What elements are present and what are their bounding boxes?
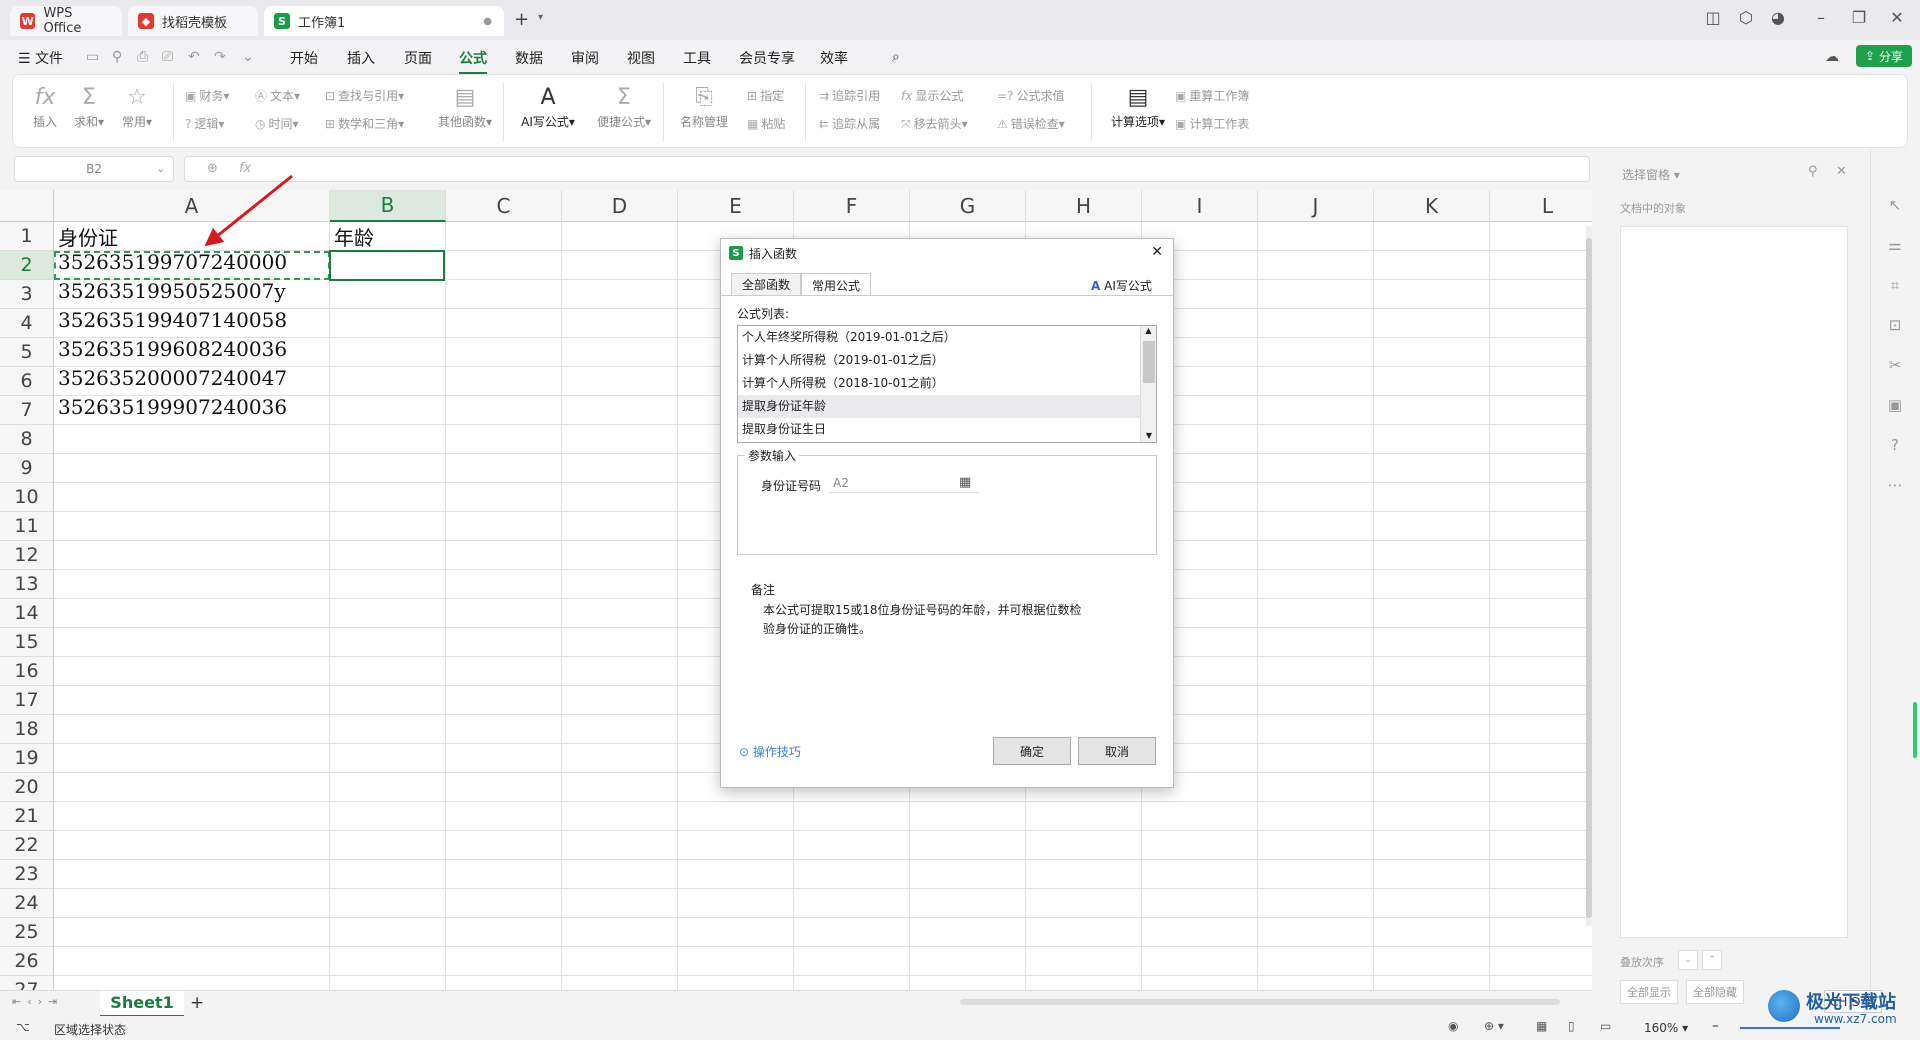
tab-all-functions[interactable]: 全部函数 [731, 273, 802, 295]
watermark-logo: 极光下载站 www.xz7.com [1768, 986, 1914, 1030]
watermark-site: 极光下载站 [1806, 992, 1896, 1013]
label: 全部函数 [742, 278, 791, 292]
scroll-thumb[interactable] [1142, 341, 1155, 383]
formula-list[interactable]: 个人年终奖所得税（2019-01-01之后） 计算个人所得税（2019-01-0… [737, 325, 1157, 443]
close-icon[interactable]: ✕ [1836, 164, 1847, 179]
range-select-icon[interactable]: ▦ [959, 475, 971, 490]
objects-list[interactable] [1620, 226, 1848, 938]
eye-icon[interactable]: ◉ [1448, 1019, 1458, 1033]
move-up-icon[interactable]: ⌃ [1702, 950, 1722, 970]
more-icon[interactable]: ⋯ [1885, 476, 1905, 496]
image-edit-icon[interactable]: ⊡ [1885, 316, 1905, 336]
pane-title: 选择窗格 ▾ [1622, 168, 1680, 182]
zoom-value: 160% [1644, 1021, 1679, 1035]
protect-icon[interactable]: ⊕ ▾ [1484, 1019, 1504, 1033]
sheet-s-icon: S [729, 246, 743, 260]
label: 确定 [1019, 744, 1044, 759]
tab-divider [721, 295, 1175, 296]
formula-list-label: 公式列表: [737, 307, 790, 321]
status-mode: 区域选择状态 [54, 1023, 127, 1037]
help-icon[interactable]: ? [1885, 436, 1905, 456]
id-number-input[interactable]: A2 [829, 473, 979, 493]
note-line-1: 本公式可提取15或18位身份证号码的年龄，并可根据位数检 [763, 603, 1082, 617]
selection-pane: 选择窗格 ▾ ⚲ ✕ 文档中的对象 叠放次序 ⌄ ⌃ 全部显示 全部隐藏 [1604, 156, 1868, 1010]
sheet-tab-bar: ⇤‹›⇥ Sheet1 + [0, 990, 1592, 1017]
formula-item[interactable]: 提取身份证生日 [738, 418, 1156, 441]
cancel-button[interactable]: 取消 [1078, 737, 1156, 765]
order-label: 叠放次序 [1620, 956, 1664, 969]
add-sheet-icon[interactable]: + [190, 993, 204, 1013]
objects-label: 文档中的对象 [1620, 202, 1686, 215]
scroll-down-icon[interactable]: ▼ [1141, 431, 1156, 440]
cursor-icon[interactable]: ↖ [1885, 196, 1905, 216]
crop-icon[interactable]: ⌗ [1885, 276, 1905, 296]
formula-item[interactable]: 计算个人所得税（2018-10-01之前） [738, 372, 1156, 395]
sheet-tab-sheet1[interactable]: Sheet1 [100, 991, 184, 1017]
dialog-titlebar: S 插入函数 ✕ [721, 239, 1173, 267]
ok-button[interactable]: 确定 [993, 737, 1071, 765]
move-down-icon[interactable]: ⌄ [1678, 950, 1698, 970]
label: 操作技巧 [752, 745, 801, 759]
aurora-logo-icon [1768, 990, 1800, 1022]
ai-icon: A [1091, 279, 1101, 293]
normal-view-icon[interactable]: ▦ [1536, 1019, 1547, 1033]
horizontal-scrollbar[interactable] [960, 999, 1560, 1005]
status-bar: ⌥ 区域选择状态 ◉ ⊕ ▾ ▦ ▯ ▭ 160% ▾ – CH ⅁ 简 [0, 990, 1920, 1040]
note-title: 备注 [751, 583, 776, 597]
close-icon[interactable]: ✕ [1151, 244, 1163, 260]
param-group-label: 参数输入 [745, 447, 800, 464]
ai-formula-link[interactable]: A AI写公式 [1091, 277, 1152, 294]
list-scrollbar[interactable]: ▲ ▼ [1140, 326, 1156, 442]
hide-all-button[interactable]: 全部隐藏 [1686, 980, 1744, 1004]
param-label: 身份证号码 [761, 479, 822, 493]
macro-icon[interactable]: ⌥ [16, 1020, 30, 1034]
sheet-nav-icons[interactable]: ⇤‹›⇥ [12, 995, 63, 1008]
page-break-icon[interactable]: ▭ [1600, 1019, 1611, 1033]
zoom-level[interactable]: 160% ▾ [1644, 1021, 1688, 1035]
label: 取消 [1104, 744, 1129, 759]
note-line-2: 验身份证的正确性。 [763, 622, 872, 636]
dialog-title: 插入函数 [749, 246, 798, 261]
formula-item-selected[interactable]: 提取身份证年龄 [738, 395, 1156, 418]
side-toolbar: ↖ ⚌ ⌗ ⊡ ✂ ▣ ? ⋯ [1870, 150, 1920, 1010]
tools-icon[interactable]: ✂ [1885, 356, 1905, 376]
insert-function-dialog: S 插入函数 ✕ 全部函数 常用公式 A AI写公式 公式列表: 个人年终奖所得… [720, 238, 1175, 788]
tips-link[interactable]: ⊙ 操作技巧 [739, 743, 801, 760]
watermark-url: www.xz7.com [1814, 1012, 1897, 1026]
zoom-out-icon[interactable]: – [1712, 1018, 1719, 1034]
label: 选择窗格 [1622, 168, 1671, 182]
formula-item[interactable]: 计算个人所得税（2019-01-01之后） [738, 349, 1156, 372]
formula-item[interactable]: 个人年终奖所得税（2019-01-01之后） [738, 326, 1156, 349]
label: 常用公式 [812, 278, 861, 293]
tab-common-formulas[interactable]: 常用公式 [801, 273, 872, 296]
play-icon: ⊙ [739, 745, 750, 759]
pin-icon[interactable]: ⚲ [1808, 164, 1818, 179]
green-indicator [1913, 702, 1917, 758]
properties-icon[interactable]: ▣ [1885, 396, 1905, 416]
show-all-button[interactable]: 全部显示 [1620, 980, 1678, 1004]
scroll-up-icon[interactable]: ▲ [1141, 326, 1156, 335]
param-group [737, 455, 1157, 555]
sliders-icon[interactable]: ⚌ [1885, 236, 1905, 256]
page-layout-icon[interactable]: ▯ [1568, 1019, 1575, 1033]
label: AI写公式 [1104, 279, 1152, 293]
arrow-to-a2 [204, 174, 293, 247]
